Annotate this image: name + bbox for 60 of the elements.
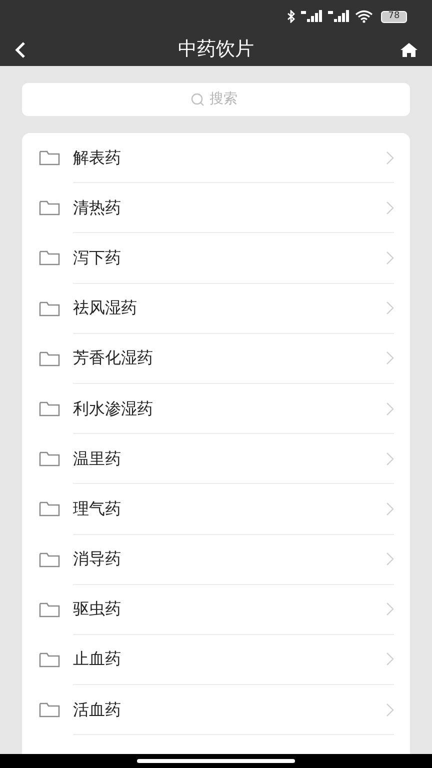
folder-icon (39, 250, 60, 266)
category-item[interactable]: 清热药 (22, 183, 410, 234)
category-label: 消导药 (73, 548, 122, 570)
folder-icon (39, 501, 60, 518)
folder-icon (39, 200, 60, 216)
category-item[interactable]: 驱虫药 (22, 584, 410, 635)
chevron-icon (386, 602, 394, 616)
chevron-icon (386, 351, 394, 366)
chevron-icon (386, 452, 394, 466)
category-label: 止血药 (73, 648, 122, 670)
folder-icon (39, 300, 60, 317)
back-icon (14, 40, 26, 58)
chevron-icon (386, 702, 394, 717)
chevron-icon (386, 552, 394, 566)
wifi-icon (355, 10, 373, 23)
category-label: 理气药 (73, 498, 122, 520)
search-field[interactable]: 搜索 (22, 83, 410, 116)
page-title: 中药饮片 (178, 37, 254, 62)
category-item[interactable]: 芳香化湿药 (22, 334, 410, 384)
category-label: 利水渗湿药 (73, 398, 154, 420)
battery-indicator: 78 (381, 10, 407, 22)
folder-icon (39, 451, 60, 468)
category-item[interactable]: 消导药 (22, 534, 410, 585)
category-label: 活血药 (73, 698, 122, 721)
category-label: 泻下药 (73, 246, 122, 269)
category-label: 祛风湿药 (73, 297, 138, 320)
category-item[interactable]: 理气药 (22, 484, 410, 534)
home-icon (400, 42, 418, 58)
category-item[interactable]: 解表药 (22, 133, 410, 184)
category-item[interactable]: 泻下药 (22, 233, 410, 284)
folder-icon (39, 401, 60, 418)
folder-icon (39, 652, 60, 668)
category-item[interactable]: 利水渗湿药 (22, 384, 410, 434)
category-label: 温里药 (73, 448, 122, 470)
search-input[interactable]: 搜索 (210, 89, 242, 110)
category-item[interactable]: 祛风湿药 (22, 284, 410, 334)
search-icon (190, 92, 204, 106)
chevron-icon (386, 250, 394, 265)
chevron-icon (386, 150, 394, 165)
bluetooth-icon (287, 10, 296, 23)
category-label: 清热药 (73, 196, 122, 219)
folder-icon (39, 702, 60, 718)
category-label: 芳香化湿药 (73, 347, 154, 370)
folder-icon (39, 150, 60, 166)
chevron-icon (386, 652, 394, 666)
signal-icon (328, 10, 350, 23)
folder-icon (39, 602, 60, 618)
category-item[interactable]: 止血药 (22, 634, 410, 686)
signal-icon (301, 10, 323, 23)
home-button[interactable] (400, 42, 418, 58)
folder-icon (39, 552, 60, 568)
category-label: 驱虫药 (73, 598, 122, 620)
folder-icon (39, 350, 60, 367)
category-label: 解表药 (73, 146, 122, 169)
chevron-icon (386, 402, 394, 416)
category-item[interactable]: 活血药 (22, 685, 410, 736)
chevron-icon (386, 502, 394, 516)
chevron-icon (386, 200, 394, 215)
category-item[interactable]: 温里药 (22, 434, 410, 484)
chevron-icon (386, 301, 394, 316)
